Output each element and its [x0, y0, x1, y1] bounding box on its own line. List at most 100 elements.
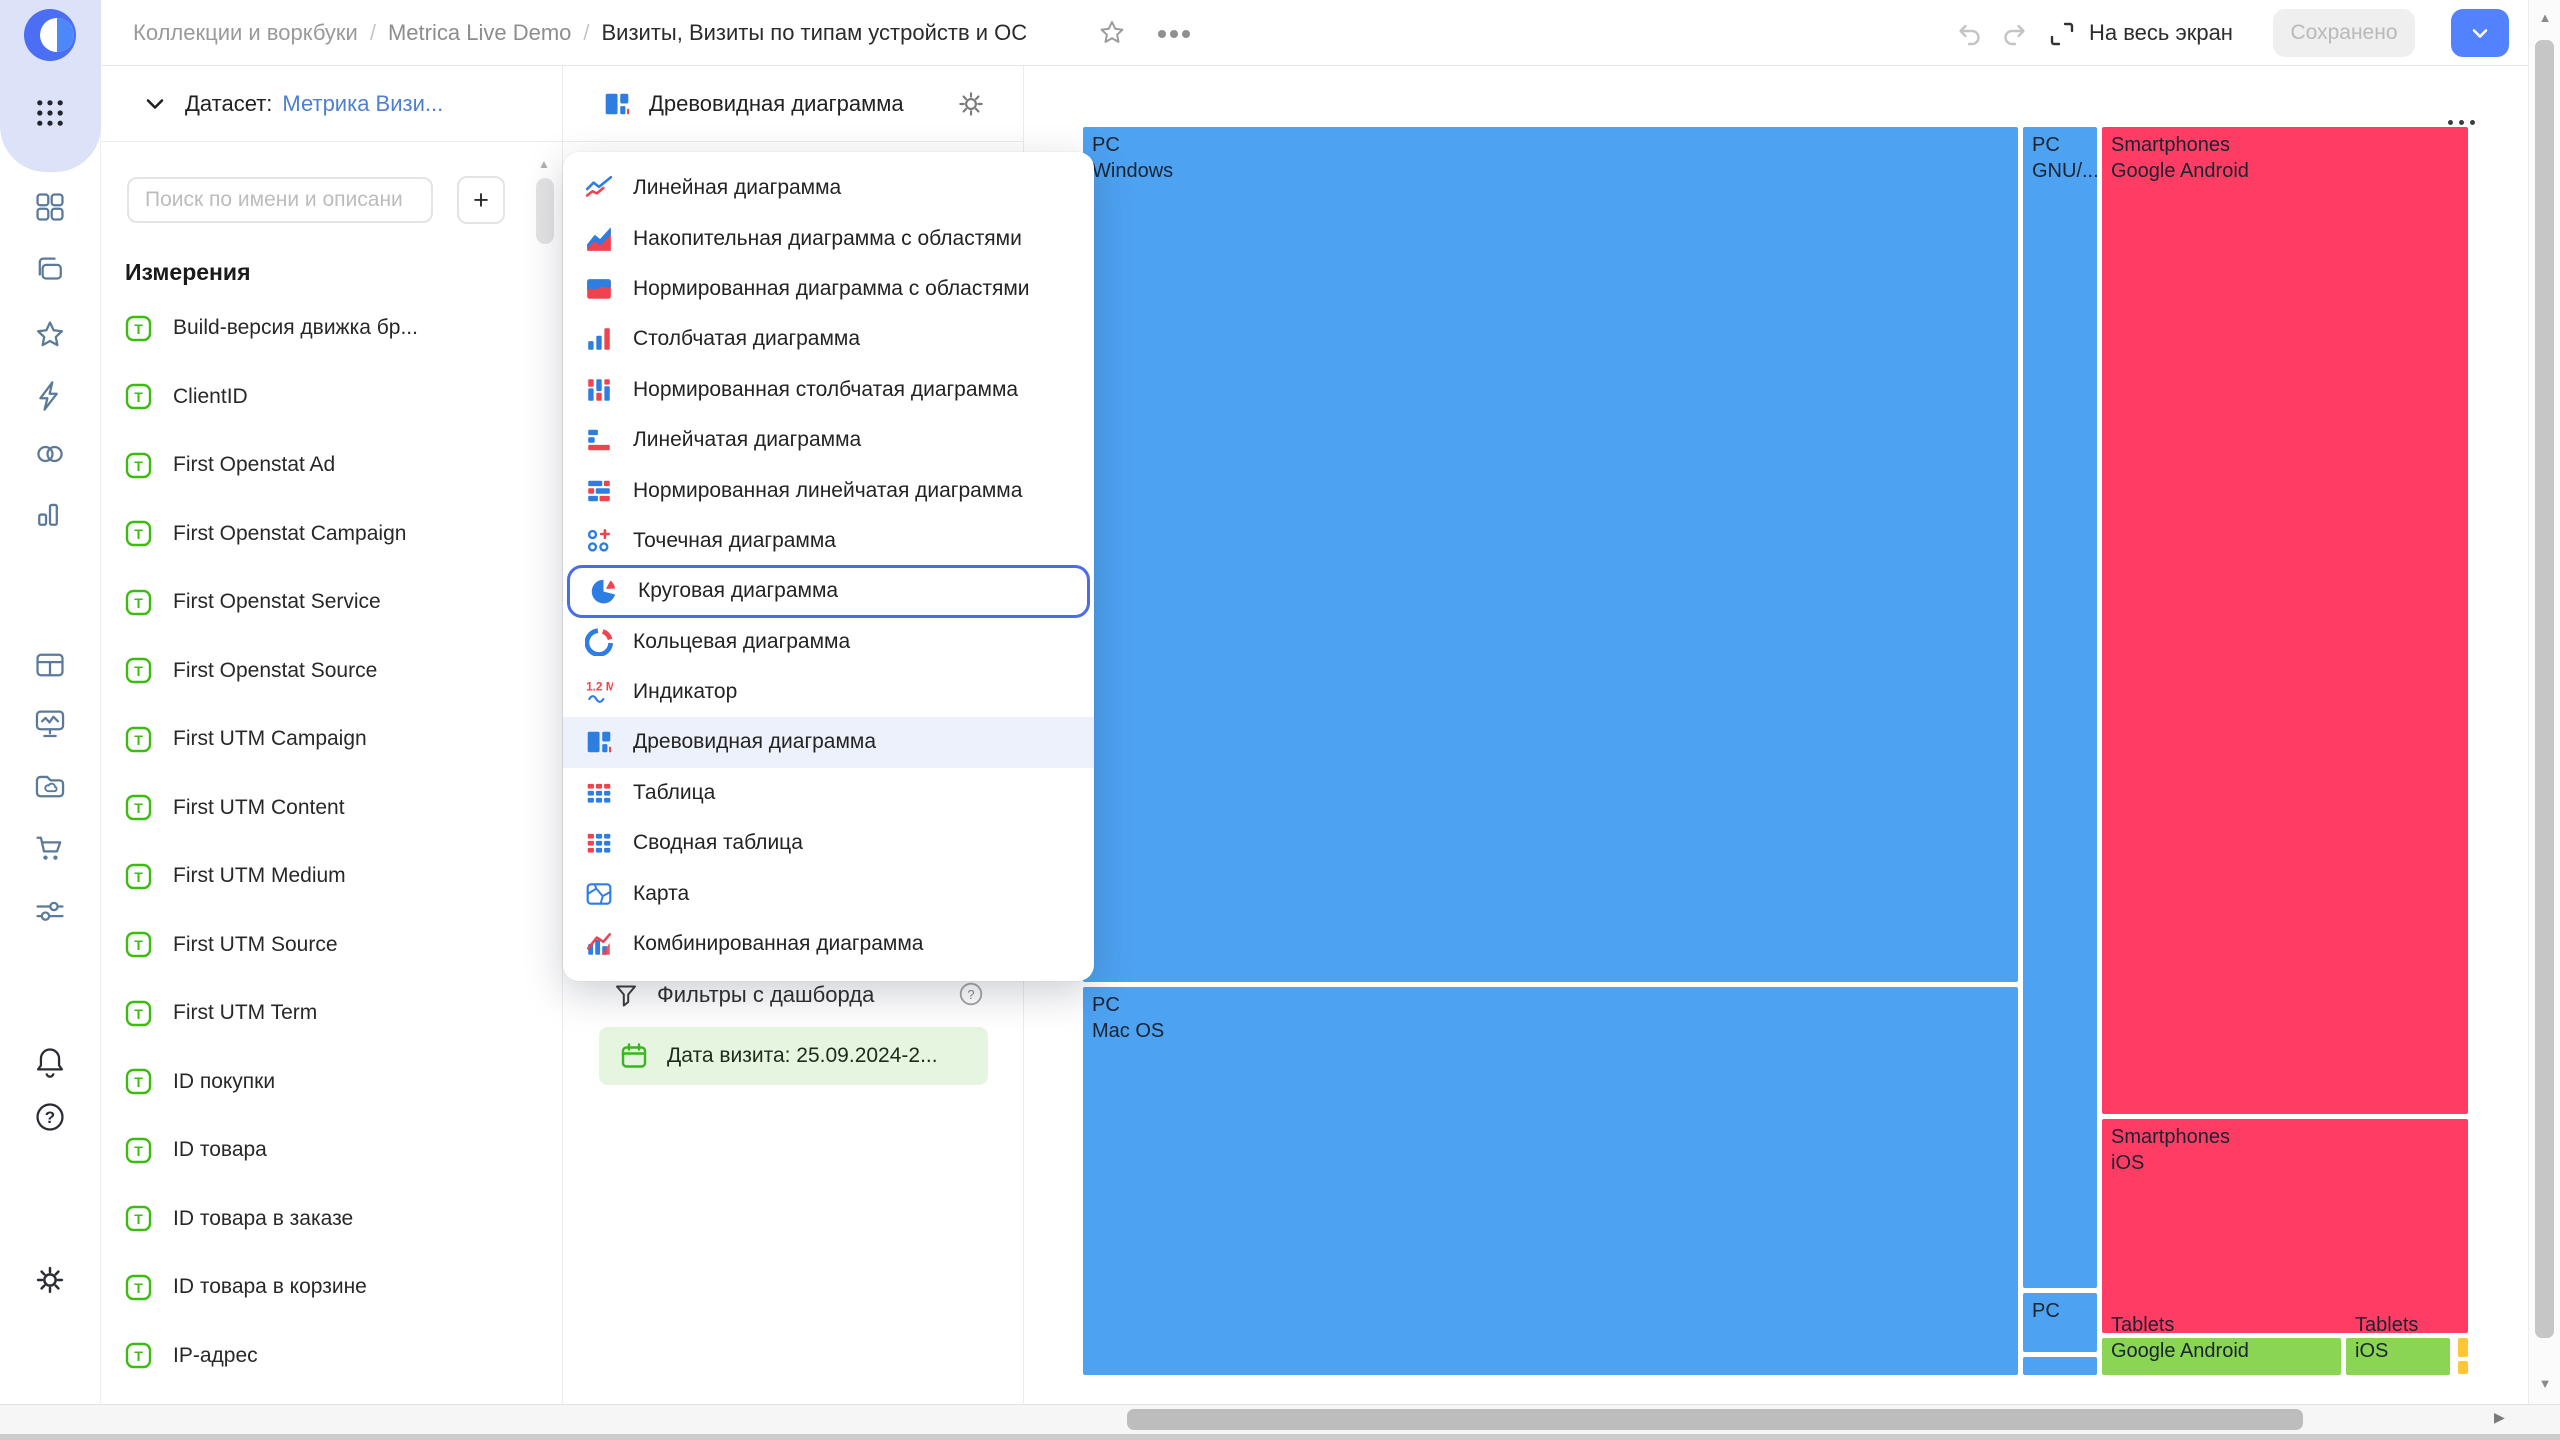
- treemap-tile[interactable]: Smartphones Google Android: [2102, 127, 2468, 1114]
- chevron-down-icon: [2472, 29, 2488, 38]
- field-item[interactable]: T First UTM Content: [125, 774, 545, 843]
- field-item[interactable]: T First Openstat Source: [125, 637, 545, 706]
- panel-scroll-up-icon[interactable]: ▲: [538, 157, 550, 171]
- breadcrumb: Коллекции и воркбуки / Metrica Live Demo…: [133, 20, 1028, 46]
- field-item[interactable]: T Build-версия движка бр...: [125, 294, 545, 363]
- linked-circles-icon[interactable]: [33, 437, 67, 471]
- menu-item-donut-chart[interactable]: Кольцевая диаграмма: [563, 617, 1094, 667]
- scroll-up-icon[interactable]: ▲: [2529, 10, 2560, 25]
- field-item[interactable]: T ID товара: [125, 1116, 545, 1185]
- menu-item-table[interactable]: Таблица: [563, 768, 1094, 818]
- menu-item-scatter-chart[interactable]: Точечная диаграмма: [563, 516, 1094, 566]
- menu-item-pie-chart[interactable]: Круговая диаграмма: [567, 565, 1090, 618]
- scroll-down-icon[interactable]: ▼: [2529, 1376, 2560, 1391]
- save-button[interactable]: Сохранено: [2273, 9, 2415, 57]
- menu-item-normalized-bar[interactable]: Нормированная линейчатая диаграмма: [563, 465, 1094, 515]
- treemap-tile[interactable]: [2458, 1338, 2468, 1357]
- menu-item-bar-chart[interactable]: Линейчатая диаграмма: [563, 415, 1094, 465]
- redo-icon[interactable]: [2000, 19, 2030, 49]
- settings-gear-icon[interactable]: [33, 1263, 67, 1297]
- field-item[interactable]: T First UTM Source: [125, 911, 545, 980]
- tile-label: Tablets iOS: [2355, 1314, 2419, 1362]
- collections-icon[interactable]: [33, 253, 67, 287]
- vertical-scrollbar[interactable]: ▲ ▼: [2528, 0, 2560, 1404]
- menu-item-normalized-area[interactable]: Нормированная диаграмма с областями: [563, 264, 1094, 314]
- svg-text:T: T: [134, 321, 143, 337]
- nav-rail: ?: [0, 0, 101, 1440]
- search-input[interactable]: [127, 177, 433, 223]
- fullscreen-icon[interactable]: [2049, 21, 2075, 47]
- scroll-right-icon[interactable]: ▶: [2494, 1409, 2505, 1426]
- treemap-tile[interactable]: PC Windows: [1083, 127, 2018, 982]
- chart-settings-gear-icon[interactable]: [955, 88, 987, 120]
- field-item[interactable]: T First UTM Term: [125, 979, 545, 1048]
- undo-icon[interactable]: [1954, 19, 1984, 49]
- vertical-scrollbar-thumb[interactable]: [2535, 40, 2554, 1338]
- chart-type-selector[interactable]: Древовидная диаграмма: [563, 66, 1023, 142]
- menu-item-column-chart[interactable]: Столбчатая диаграмма: [563, 314, 1094, 364]
- menu-item-stacked-area[interactable]: Накопительная диаграмма с областями: [563, 213, 1094, 263]
- help-icon[interactable]: ?: [33, 1100, 67, 1134]
- menu-item-pivot-table[interactable]: Сводная таблица: [563, 818, 1094, 868]
- treemap-tile[interactable]: [2458, 1361, 2468, 1374]
- top-bar: Коллекции и воркбуки / Metrica Live Demo…: [101, 0, 2560, 66]
- tile-label: PC Mac OS: [1092, 994, 1165, 1042]
- menu-item-normalized-column[interactable]: Нормированная столбчатая диаграмма: [563, 365, 1094, 415]
- breadcrumb-workbook[interactable]: Metrica Live Demo: [388, 20, 571, 46]
- dimension-type-icon: T: [125, 1137, 152, 1164]
- dashboards-icon[interactable]: [33, 190, 67, 224]
- apps-grid-icon[interactable]: [33, 96, 67, 130]
- field-item[interactable]: T First UTM Medium: [125, 842, 545, 911]
- treemap-tile[interactable]: Tablets Google Android: [2102, 1314, 2341, 1375]
- monitoring-icon[interactable]: [33, 706, 67, 740]
- treemap-tile[interactable]: Tablets iOS: [2346, 1314, 2450, 1375]
- treemap-tile[interactable]: PC Mac OS: [1083, 987, 2018, 1375]
- field-item[interactable]: T ClientID: [125, 363, 545, 432]
- field-item[interactable]: T First Openstat Campaign: [125, 500, 545, 569]
- dataset-name-link[interactable]: Метрика Визи...: [282, 91, 443, 117]
- tile-label: PC: [2032, 1300, 2060, 1322]
- svg-text:?: ?: [967, 987, 974, 1002]
- field-item[interactable]: T ID товара в заказе: [125, 1185, 545, 1254]
- field-item[interactable]: T IP-адрес: [125, 1322, 545, 1391]
- field-item[interactable]: T First UTM Campaign: [125, 705, 545, 774]
- chart-context-menu-icon[interactable]: [2448, 120, 2475, 125]
- save-menu-button[interactable]: [2451, 9, 2509, 57]
- treemap-tile[interactable]: PC: [2023, 1293, 2097, 1352]
- datalens-logo-icon[interactable]: [21, 6, 79, 64]
- activity-lightning-icon[interactable]: [33, 379, 67, 413]
- treemap-icon: [603, 90, 631, 118]
- horizontal-scrollbar-thumb[interactable]: [1127, 1409, 2303, 1430]
- field-item[interactable]: T First Openstat Ad: [125, 431, 545, 500]
- treemap-tile[interactable]: Smartphones iOS: [2102, 1119, 2468, 1333]
- field-item[interactable]: T First Openstat Service: [125, 568, 545, 637]
- cart-icon[interactable]: [33, 831, 67, 865]
- menu-item-indicator[interactable]: 1.2 M Индикатор: [563, 667, 1094, 717]
- treemap-tile[interactable]: [2023, 1357, 2097, 1375]
- info-icon[interactable]: ?: [958, 981, 984, 1007]
- menu-item-combined-chart[interactable]: Комбинированная диаграмма: [563, 919, 1094, 969]
- menu-item-map[interactable]: Карта: [563, 868, 1094, 918]
- charts-icon[interactable]: [33, 497, 67, 531]
- treemap-tile[interactable]: PC GNU/...: [2023, 127, 2097, 1288]
- fullscreen-button[interactable]: На весь экран: [2089, 0, 2233, 66]
- storage-folder-icon[interactable]: [33, 769, 67, 803]
- menu-item-line-chart[interactable]: Линейная диаграмма: [563, 163, 1094, 213]
- menu-item-treemap[interactable]: Древовидная диаграмма: [563, 717, 1094, 768]
- favorites-star-icon[interactable]: [33, 318, 67, 352]
- horizontal-scrollbar[interactable]: ▶: [0, 1404, 2560, 1434]
- tuning-sliders-icon[interactable]: [33, 894, 67, 928]
- field-item[interactable]: T ID товара в корзине: [125, 1253, 545, 1322]
- notifications-bell-icon[interactable]: [33, 1045, 67, 1079]
- tables-icon[interactable]: [33, 648, 67, 682]
- date-filter-chip[interactable]: Дата визита: 25.09.2024-2...: [599, 1027, 988, 1085]
- favorite-star-icon[interactable]: [1097, 18, 1127, 48]
- dataset-header[interactable]: Датасет: Метрика Визи...: [101, 66, 562, 142]
- more-actions-icon[interactable]: [1157, 29, 1191, 39]
- panel-scrollbar-thumb[interactable]: [536, 178, 554, 244]
- field-item[interactable]: T ID покупки: [125, 1048, 545, 1117]
- add-field-button[interactable]: +: [457, 176, 505, 224]
- field-label: First UTM Content: [173, 795, 345, 819]
- dimension-type-icon: T: [125, 315, 152, 342]
- breadcrumb-collections[interactable]: Коллекции и воркбуки: [133, 20, 358, 46]
